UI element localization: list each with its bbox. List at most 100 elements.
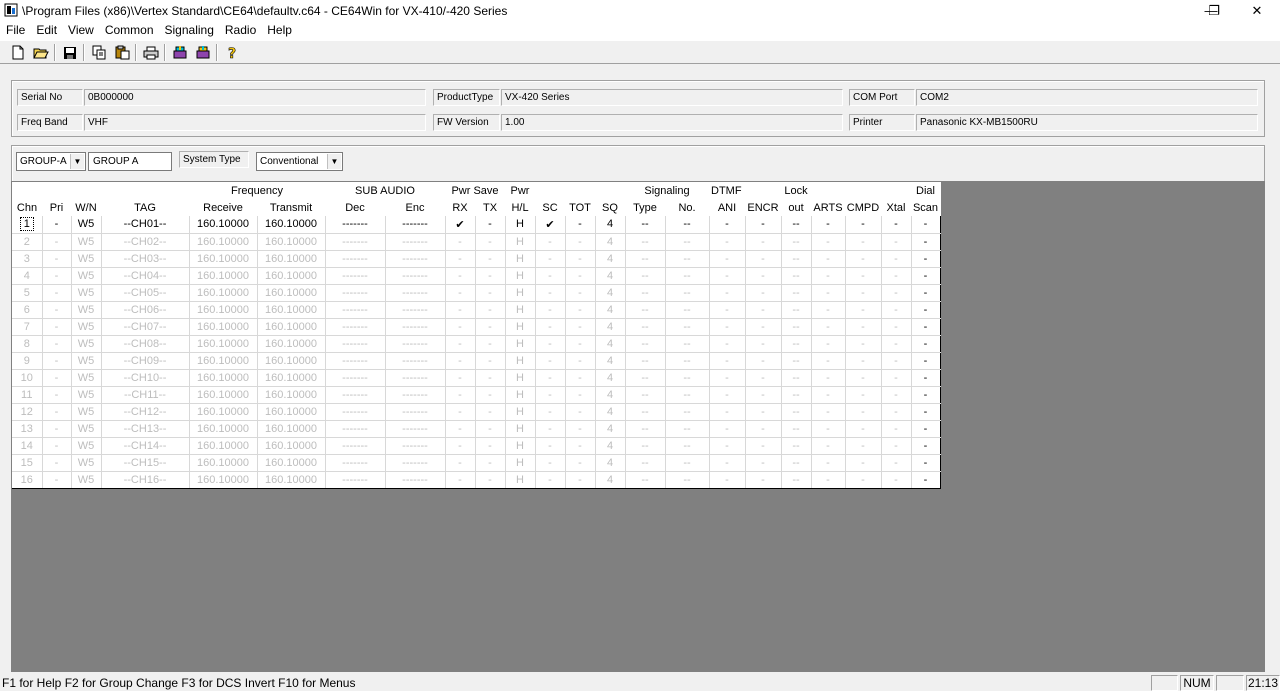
cell-encr[interactable]: - — [745, 233, 782, 251]
cell-sig-no[interactable]: -- — [665, 318, 710, 336]
cell-rx[interactable]: - — [445, 352, 476, 370]
cell-rx[interactable]: ✔ — [445, 216, 476, 234]
cell-lockout[interactable]: -- — [781, 369, 812, 387]
cell-rx[interactable]: - — [445, 471, 476, 489]
menu-signaling[interactable]: Signaling — [159, 21, 219, 40]
cell-lockout[interactable]: -- — [781, 386, 812, 404]
cell-sig-no[interactable]: -- — [665, 437, 710, 455]
table-row[interactable]: 16- W5 --CH16-- 160.10000 160.10000 ------- --… — [12, 471, 941, 489]
cell-transmit[interactable]: 160.10000 — [257, 403, 326, 421]
cell-sq[interactable]: 4 — [595, 369, 626, 387]
cell-chn[interactable]: 2 — [12, 233, 43, 251]
grid-col-xtal[interactable]: Xtal — [881, 199, 911, 216]
cell-hl[interactable]: H — [505, 454, 536, 472]
cell-transmit[interactable]: 160.10000 — [257, 471, 326, 489]
cell-ani[interactable]: - — [709, 437, 746, 455]
cell-dial-scan[interactable]: - — [911, 250, 941, 268]
cell-sq[interactable]: 4 — [595, 437, 626, 455]
save-button[interactable] — [60, 43, 80, 62]
cell-encr[interactable]: - — [745, 318, 782, 336]
cell-sig-no[interactable]: -- — [665, 386, 710, 404]
cell-encr[interactable]: - — [745, 267, 782, 285]
table-row[interactable]: 6- W5 --CH06-- 160.10000 160.10000 ------- ---… — [12, 301, 941, 319]
cell-sig-type[interactable]: -- — [625, 386, 666, 404]
cell-enc[interactable]: ------- — [385, 437, 446, 455]
cell-tot[interactable]: - — [565, 403, 596, 421]
cell-wn[interactable]: W5 — [71, 420, 102, 438]
table-row[interactable]: 15- W5 --CH15-- 160.10000 160.10000 ------- --… — [12, 454, 941, 472]
cell-hl[interactable]: H — [505, 386, 536, 404]
cell-tot[interactable]: - — [565, 250, 596, 268]
cell-tx[interactable]: - — [475, 352, 506, 370]
group-select[interactable]: GROUP-A ▼ — [16, 152, 86, 171]
cell-pri[interactable]: - — [42, 471, 72, 489]
cell-hl[interactable]: H — [505, 471, 536, 489]
cell-lockout[interactable]: -- — [781, 318, 812, 336]
cell-pri[interactable]: - — [42, 386, 72, 404]
cell-encr[interactable]: - — [745, 301, 782, 319]
cell-wn[interactable]: W5 — [71, 284, 102, 302]
cell-sig-type[interactable]: -- — [625, 216, 666, 234]
cell-tag[interactable]: --CH08-- — [101, 335, 190, 353]
grid-col-dec[interactable]: Dec — [325, 199, 385, 216]
cell-sc[interactable]: - — [535, 335, 566, 353]
cell-chn[interactable]: 6 — [12, 301, 43, 319]
cell-sq[interactable]: 4 — [595, 284, 626, 302]
cell-receive[interactable]: 160.10000 — [189, 386, 258, 404]
cell-dec[interactable]: ------- — [325, 420, 386, 438]
cell-wn[interactable]: W5 — [71, 318, 102, 336]
cell-sq[interactable]: 4 — [595, 301, 626, 319]
cell-dec[interactable]: ------- — [325, 250, 386, 268]
cell-enc[interactable]: ------- — [385, 284, 446, 302]
cell-cmpd[interactable]: - — [845, 386, 882, 404]
cell-chn[interactable]: 7 — [12, 318, 43, 336]
grid-col-dial-scan[interactable]: Scan — [911, 199, 940, 216]
cell-arts[interactable]: - — [811, 301, 846, 319]
cell-ani[interactable]: - — [709, 284, 746, 302]
cell-lockout[interactable]: -- — [781, 420, 812, 438]
cell-cmpd[interactable]: - — [845, 301, 882, 319]
cell-enc[interactable]: ------- — [385, 403, 446, 421]
cell-receive[interactable]: 160.10000 — [189, 420, 258, 438]
cell-tag[interactable]: --CH15-- — [101, 454, 190, 472]
cell-pri[interactable]: - — [42, 352, 72, 370]
cell-ani[interactable]: - — [709, 301, 746, 319]
cell-transmit[interactable]: 160.10000 — [257, 335, 326, 353]
cell-dial-scan[interactable]: - — [911, 352, 941, 370]
cell-dial-scan[interactable]: - — [911, 369, 941, 387]
table-row[interactable]: 7- W5 --CH07-- 160.10000 160.10000 ------- ---… — [12, 318, 941, 336]
cell-sq[interactable]: 4 — [595, 335, 626, 353]
cell-rx[interactable]: - — [445, 318, 476, 336]
cell-xtal[interactable]: - — [881, 284, 912, 302]
cell-hl[interactable]: H — [505, 284, 536, 302]
cell-hl[interactable]: H — [505, 369, 536, 387]
cell-rx[interactable]: - — [445, 301, 476, 319]
table-row[interactable]: 13- W5 --CH13-- 160.10000 160.10000 ------- --… — [12, 420, 941, 438]
cell-pri[interactable]: - — [42, 454, 72, 472]
cell-wn[interactable]: W5 — [71, 301, 102, 319]
cell-wn[interactable]: W5 — [71, 369, 102, 387]
cell-hl[interactable]: H — [505, 233, 536, 251]
cell-chn[interactable]: 5 — [12, 284, 43, 302]
table-row[interactable]: 11- W5 --CH11-- 160.10000 160.10000 ------- --… — [12, 386, 941, 404]
cell-dial-scan[interactable]: - — [911, 216, 941, 234]
cell-cmpd[interactable]: - — [845, 437, 882, 455]
cell-tag[interactable]: --CH05-- — [101, 284, 190, 302]
cell-wn[interactable]: W5 — [71, 386, 102, 404]
table-row[interactable]: 8- W5 --CH08-- 160.10000 160.10000 ------- ---… — [12, 335, 941, 353]
cell-sig-no[interactable]: -- — [665, 454, 710, 472]
cell-rx[interactable]: - — [445, 284, 476, 302]
cell-dec[interactable]: ------- — [325, 471, 386, 489]
cell-sig-no[interactable]: -- — [665, 233, 710, 251]
cell-tot[interactable]: - — [565, 471, 596, 489]
grid-col-encr[interactable]: ENCR — [745, 199, 781, 216]
cell-ani[interactable]: - — [709, 250, 746, 268]
cell-tot[interactable]: - — [565, 454, 596, 472]
cell-transmit[interactable]: 160.10000 — [257, 420, 326, 438]
cell-sig-no[interactable]: -- — [665, 216, 710, 234]
cell-sc[interactable]: - — [535, 454, 566, 472]
system-type-select[interactable]: Conventional ▼ — [256, 152, 343, 171]
cell-transmit[interactable]: 160.10000 — [257, 437, 326, 455]
cell-encr[interactable]: - — [745, 471, 782, 489]
cell-lockout[interactable]: -- — [781, 233, 812, 251]
